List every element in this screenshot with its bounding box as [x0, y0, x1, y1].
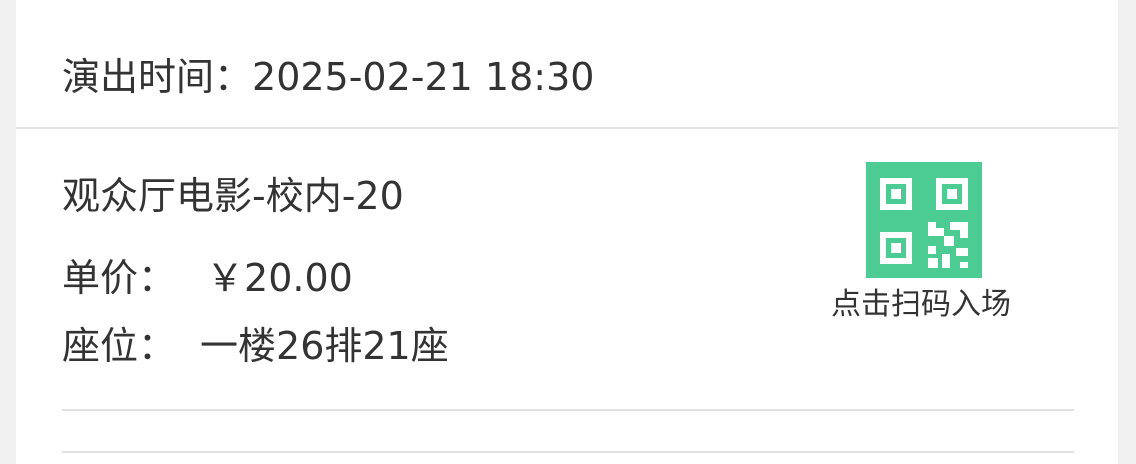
scan-to-enter-label: 点击扫码入场: [831, 287, 1011, 322]
seat-value: 一楼26排21座: [200, 324, 449, 368]
seat-row: 座位： 一楼26排21座: [62, 320, 449, 372]
performance-time-value: 2025-02-21 18:30: [252, 55, 595, 99]
scan-to-enter-button[interactable]: 点击扫码入场: [816, 162, 1026, 332]
list-divider: [62, 451, 1074, 453]
seat-label: 座位：: [62, 324, 177, 368]
performance-time-row: 演出时间：2025-02-21 18:30: [62, 50, 594, 104]
price-label: 单价：: [62, 256, 177, 300]
list-divider: [62, 409, 1074, 411]
price-value: ￥20.00: [206, 256, 353, 300]
ticket-title: 观众厅电影-校内-20: [62, 174, 404, 218]
section-divider: [16, 127, 1118, 129]
price-row: 单价： ￥20.00: [62, 252, 353, 304]
qr-code-icon: [866, 162, 982, 278]
performance-time-label: 演出时间：: [62, 55, 253, 99]
ticket-card: 演出时间：2025-02-21 18:30 观众厅电影-校内-20 单价： ￥20…: [16, 0, 1118, 464]
